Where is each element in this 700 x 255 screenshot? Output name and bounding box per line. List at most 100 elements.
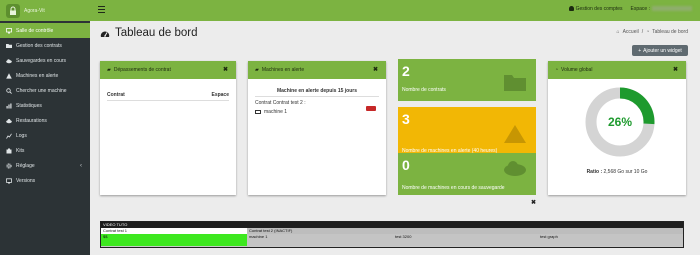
lock-logo-icon [6, 3, 20, 18]
video-graph-cell[interactable]: test graph [538, 234, 683, 246]
donut-percent: 26% [608, 115, 632, 129]
user-icon [568, 6, 574, 12]
widget-title: Volume global [561, 67, 593, 73]
chevron-left-icon: ‹ [80, 162, 82, 169]
dashboard-small-icon: ◔ [646, 29, 650, 35]
sidebar-item-label: Machines en alerte [16, 72, 59, 79]
add-widget-button[interactable]: + Ajouter un widget [632, 45, 688, 56]
sidebar-item-backups[interactable]: Sauvegardes en cours [0, 53, 90, 68]
folder-icon [504, 75, 526, 91]
machine-row[interactable]: machine 1 [255, 106, 379, 115]
breadcrumb: ⌂ Accueil / ◔ Tableau de bord [617, 29, 688, 35]
home-icon: ⌂ [616, 29, 620, 35]
sidebar-item-label: Statistiques [16, 102, 42, 109]
cloud-icon [6, 58, 12, 64]
sidebar-item-restores[interactable]: Restaurations [0, 113, 90, 128]
page-title-text: Tableau de bord [115, 27, 198, 39]
space-selector[interactable]: Espace : [631, 6, 692, 12]
topbar-right: Gestion des comptes Espace : [568, 6, 692, 12]
widget-global-volume: ◔ Volume global ✖ 26% Ratio : 2,568 Go s… [548, 61, 686, 195]
accounts-link[interactable]: Gestion des comptes [568, 6, 623, 12]
page-title: Tableau de bord [100, 27, 197, 39]
stat-value: 2 [402, 63, 410, 79]
dashboard-icon [100, 31, 110, 37]
ratio-value: 2,568 Go sur 10 Go [603, 169, 648, 175]
widget-header: ◔ Volume global ✖ [548, 61, 686, 79]
video-test-cell[interactable]: test 3200 [393, 234, 538, 246]
col-space: Espace [211, 92, 229, 98]
breadcrumb-home[interactable]: Accueil [623, 29, 639, 35]
cloud-download-icon [504, 161, 526, 176]
video-machine-cell[interactable]: machine 1 [247, 234, 393, 246]
stat-label: Nombre de machines en cours de sauvegard… [402, 185, 505, 191]
brand[interactable]: Agora-Vit [0, 0, 90, 21]
sidebar-item-label: Sauvegardes en cours [16, 57, 67, 64]
sidebar-item-versions[interactable]: Versions [0, 173, 90, 188]
alert-badge[interactable] [366, 106, 376, 111]
stat-value: 0 [402, 157, 410, 173]
video-green-cell[interactable]: $$ [101, 234, 247, 246]
sidebar-item-control-room[interactable]: Salle de contrôle [0, 23, 90, 38]
folder-open-icon: ▰ [255, 67, 259, 73]
sidebar-item-logs[interactable]: Logs [0, 128, 90, 143]
folder-icon [6, 43, 12, 49]
breadcrumb-current: Tableau de bord [652, 29, 688, 35]
warning-icon [6, 72, 12, 79]
sidebar-item-contracts[interactable]: Gestion des contrats [0, 38, 90, 53]
monitor-icon [6, 27, 12, 34]
main-content: Tableau de bord ⌂ Accueil / ◔ Tableau de… [90, 21, 700, 255]
sidebar: Agora-Vit Salle de contrôle Gestion des … [0, 0, 90, 255]
widget-body: Contrat Espace [100, 79, 236, 108]
table-header: Contrat Espace [107, 92, 229, 101]
stat-value: 3 [402, 111, 410, 127]
sidebar-item-statistics[interactable]: Statistiques [0, 98, 90, 113]
restore-icon [6, 118, 12, 124]
folder-open-icon: ▰ [107, 67, 111, 73]
space-value-redacted [652, 6, 692, 12]
sidebar-item-label: Kits [16, 147, 25, 154]
alert-subtitle: Machine en alerte depuis 15 jours [255, 88, 379, 97]
add-widget-label: Ajouter un widget [643, 47, 682, 54]
sidebar-item-label: Chercher une machine [16, 87, 67, 94]
widget-title: Machines en alerte [261, 67, 305, 73]
logs-icon [6, 133, 12, 139]
sidebar-item-machines-alert[interactable]: Machines en alerte [0, 68, 90, 83]
video-tutorial-panel: VIDEO TUTO Contrat test 1 Contrat test 2… [100, 221, 684, 248]
accounts-label: Gestion des comptes [575, 6, 623, 12]
col-contract: Contrat [107, 92, 125, 98]
brand-name: Agora-Vit [24, 7, 45, 14]
computer-icon [255, 110, 261, 114]
stat-contracts[interactable]: 2 Nombre de contrats [398, 59, 536, 101]
sidebar-item-kits[interactable]: Kits [0, 143, 90, 158]
contract-line: Contrat Contrat test 2 : [255, 100, 306, 106]
stat-machines-backing-up[interactable]: 0 Nombre de machines en cours de sauvega… [398, 153, 536, 195]
widget-body: Machine en alerte depuis 15 jours Contra… [248, 79, 386, 122]
sidebar-item-settings[interactable]: Réglage ‹ [0, 158, 90, 173]
sidebar-nav: Salle de contrôle Gestion des contrats S… [0, 23, 90, 188]
hamburger-menu-icon[interactable] [98, 6, 105, 13]
volume-donut: 26% [583, 85, 657, 159]
sidebar-item-search-machine[interactable]: Chercher une machine [0, 83, 90, 98]
volume-ratio: Ratio : 2,568 Go sur 10 Go [548, 169, 686, 175]
close-icon[interactable]: ✖ [531, 199, 536, 206]
widget-title: Dépassements de contrat [113, 67, 171, 73]
chart-icon [6, 103, 12, 109]
sidebar-item-label: Restaurations [16, 117, 47, 124]
search-icon [6, 87, 12, 94]
topbar: Gestion des comptes Espace : [90, 0, 700, 21]
sidebar-item-label: Logs [16, 132, 27, 139]
donut-chart: 26% [585, 87, 655, 157]
kits-icon [6, 148, 12, 154]
widget-machines-alert: ▰ Machines en alerte ✖ Machine en alerte… [248, 61, 386, 195]
close-icon[interactable]: ✖ [673, 66, 678, 73]
widget-header: ▰ Machines en alerte ✖ [248, 61, 386, 79]
sidebar-item-label: Versions [16, 177, 36, 184]
sidebar-item-label: Réglage [16, 162, 35, 169]
close-icon[interactable]: ✖ [373, 66, 378, 73]
warning-icon [504, 125, 526, 143]
widget-header: ▰ Dépassements de contrat ✖ [100, 61, 236, 79]
close-icon[interactable]: ✖ [223, 66, 228, 73]
machine-name: machine 1 [264, 109, 288, 115]
widget-contract-overruns: ▰ Dépassements de contrat ✖ Contrat Espa… [100, 61, 236, 195]
plus-icon: + [638, 47, 642, 54]
